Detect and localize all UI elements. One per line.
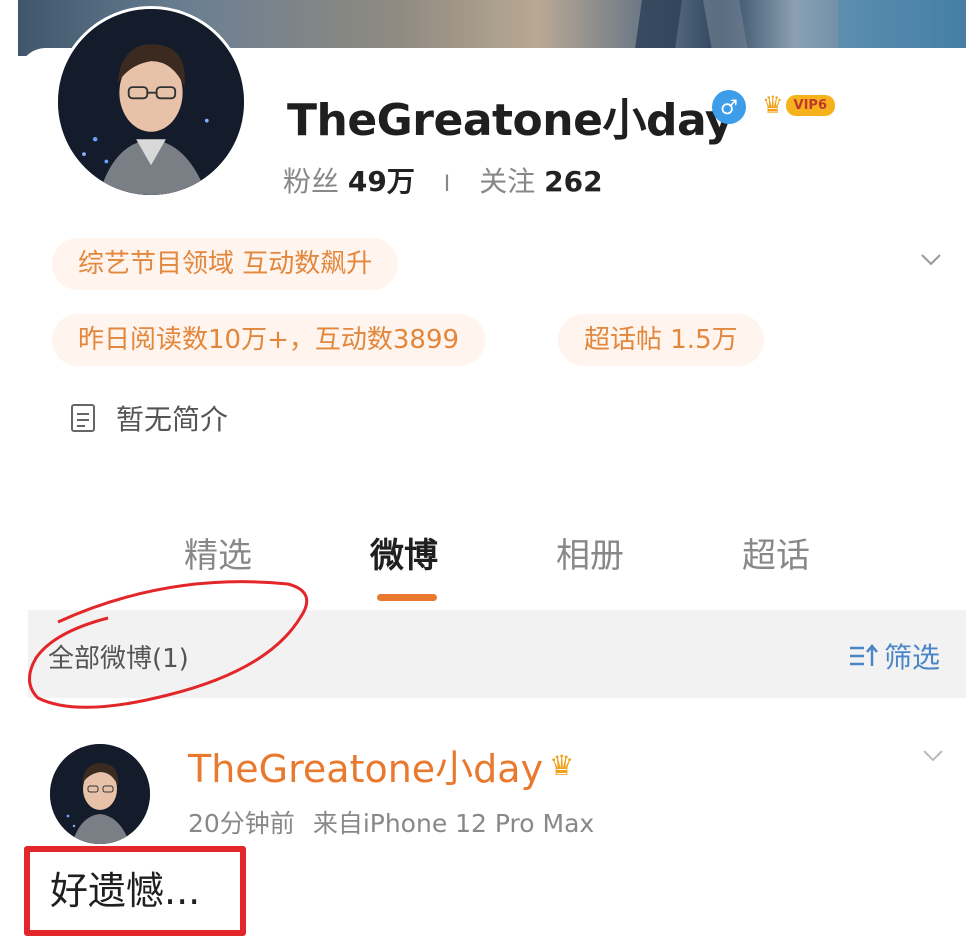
sort-filter-icon — [850, 644, 878, 666]
post-author-name[interactable]: TheGreatone小day ♛ — [188, 738, 574, 793]
tab-album[interactable]: 相册 — [556, 528, 624, 577]
post-time: 20分钟前 — [188, 809, 295, 838]
tab-weibo[interactable]: 微博 — [370, 528, 438, 577]
followers-count: 49万 — [347, 165, 415, 198]
male-icon: ♂ — [712, 90, 746, 124]
vip-badge[interactable]: ♛ VIP6 — [762, 88, 835, 122]
topic-tag[interactable]: 超话帖 1.5万 — [558, 314, 764, 366]
post-source: 来自iPhone 12 Pro Max — [312, 809, 595, 838]
filter-button[interactable]: 筛选 — [848, 636, 940, 676]
intro-text: 暂无简介 — [116, 403, 229, 436]
crown-icon: ♛ — [762, 91, 784, 119]
filter-label: 筛选 — [884, 641, 941, 674]
post-meta: 20分钟前 来自iPhone 12 Pro Max — [188, 804, 594, 840]
profile-username: TheGreatone小day — [287, 95, 733, 146]
reads-tag[interactable]: 昨日阅读数10万+，互动数3899 — [52, 314, 486, 366]
profile-avatar[interactable] — [55, 6, 247, 198]
document-icon — [71, 404, 95, 432]
active-tab-indicator — [377, 594, 437, 601]
vip-level-label: VIP6 — [785, 94, 835, 116]
followers-label: 粉丝 — [283, 165, 340, 198]
annotation-box — [24, 846, 246, 936]
post-author-label: TheGreatone小day — [188, 747, 544, 791]
profile-stats: 粉丝 49万 I 关注 262 — [283, 160, 603, 200]
domain-tag[interactable]: 综艺节目领域 互动数飙升 — [52, 238, 399, 290]
post-author-avatar[interactable] — [50, 744, 150, 844]
following-label: 关注 — [479, 165, 536, 198]
stats-separator: I — [443, 172, 451, 197]
expand-chevron-icon[interactable] — [920, 248, 942, 270]
post-menu-chevron-icon[interactable] — [922, 744, 944, 766]
crown-icon: ♛ — [549, 749, 575, 782]
following-count: 262 — [544, 165, 603, 198]
profile-intro: 暂无简介 — [70, 398, 228, 438]
following-stat[interactable]: 关注 262 — [479, 165, 602, 198]
followers-stat[interactable]: 粉丝 49万 — [283, 165, 424, 198]
annotation-circle — [28, 580, 309, 709]
tab-super-topic[interactable]: 超话 — [742, 528, 810, 577]
